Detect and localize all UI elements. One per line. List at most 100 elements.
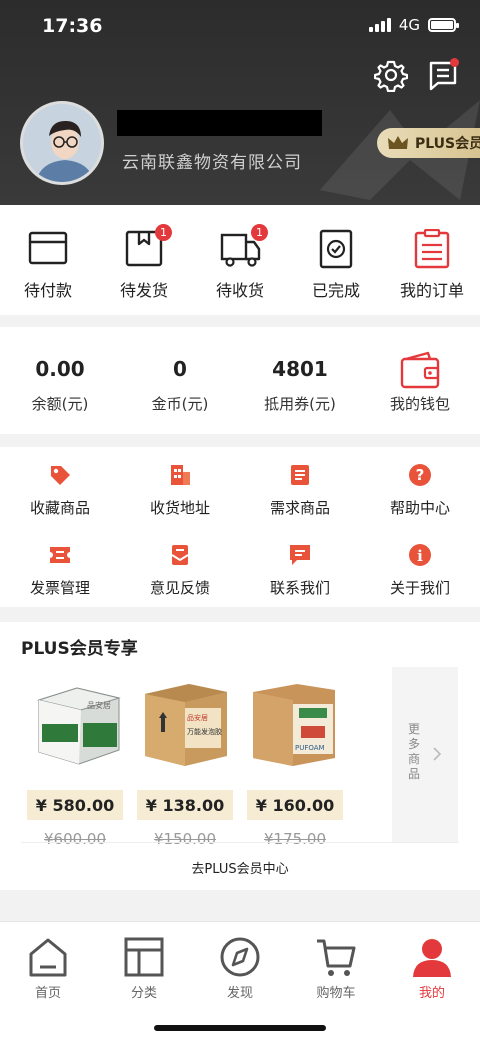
home-icon	[29, 938, 67, 977]
company-name: 云南联鑫物资有限公司	[122, 153, 302, 173]
coins-label: 金币(元)	[151, 395, 209, 413]
product-image: 品安居	[37, 687, 121, 765]
divider	[21, 842, 459, 843]
tab-label: 购物车	[316, 986, 356, 1001]
status-indicators: 4G	[368, 16, 459, 34]
chat-icon	[290, 545, 310, 565]
status-time: 17:36	[42, 15, 103, 37]
service-contact[interactable]: 联系我们	[264, 543, 336, 598]
tag-icon	[51, 466, 70, 485]
coins-value: 0	[173, 357, 187, 381]
signal-icon	[368, 18, 391, 32]
my-wallet[interactable]: 我的钱包	[384, 351, 456, 414]
svg-text:品安居: 品安居	[87, 700, 111, 710]
plus-product-card[interactable]: 品安居 ¥ 580.00 ¥600.00	[27, 678, 127, 848]
plus-member-badge[interactable]: PLUS会员	[377, 128, 480, 158]
product-image: PUFOAM	[253, 684, 335, 766]
tab-label: 首页	[34, 986, 61, 1001]
avatar[interactable]	[20, 101, 104, 185]
tab-label: 分类	[130, 986, 157, 1001]
plus-title: PLUS会员专享	[21, 639, 138, 659]
svg-text:PUFOAM: PUFOAM	[295, 744, 325, 752]
service-label: 收货地址	[149, 499, 210, 517]
user-icon	[413, 939, 451, 977]
product-original-price: ¥600.00	[43, 830, 107, 848]
battery-icon	[428, 18, 459, 32]
orders-section: 待付款 1 待发货 1 待收货 已完成 我的订单	[0, 205, 480, 315]
building-icon	[171, 465, 190, 485]
crown-icon	[388, 136, 408, 149]
product-price: ¥ 580.00	[27, 790, 123, 820]
tab-cart[interactable]: 购物车	[306, 936, 366, 1001]
svg-text:品安居: 品安居	[187, 713, 208, 722]
service-favorites[interactable]: 收藏商品	[24, 463, 96, 518]
balance-label: 余额(元)	[31, 395, 89, 413]
home-indicator	[154, 1025, 326, 1031]
gear-icon[interactable]	[374, 58, 408, 92]
network-type: 4G	[398, 16, 420, 34]
product-original-price: ¥150.00	[153, 830, 217, 848]
balance-item[interactable]: 0.00 余额(元)	[20, 357, 100, 414]
coins-item[interactable]: 0 金币(元)	[140, 357, 220, 414]
service-label: 意见反馈	[149, 579, 210, 597]
service-feedback[interactable]: 意见反馈	[144, 543, 216, 598]
coupon-value: 4801	[272, 357, 328, 381]
my-orders[interactable]: 我的订单	[398, 229, 466, 301]
ticket-icon	[50, 547, 70, 563]
order-pending-receipt[interactable]: 1 待收货	[212, 224, 268, 301]
product-image: 品安居 万能发泡胶	[145, 684, 227, 766]
service-help[interactable]: ? 帮助中心	[384, 463, 456, 518]
plus-product-card[interactable]: PUFOAM ¥ 160.00 ¥175.00	[247, 678, 347, 848]
order-label: 待发货	[119, 281, 168, 300]
service-label: 联系我们	[269, 579, 330, 597]
compass-icon	[220, 937, 260, 977]
product-price: ¥ 160.00	[247, 790, 343, 820]
order-label: 我的订单	[399, 281, 464, 300]
balance-value: 0.00	[35, 357, 85, 381]
svg-text:?: ?	[416, 466, 425, 484]
tab-label: 我的	[418, 986, 445, 1001]
order-label: 已完成	[311, 281, 360, 300]
service-invoice[interactable]: 发票管理	[24, 543, 96, 598]
service-label: 需求商品	[269, 499, 330, 517]
clipboard-icon	[414, 229, 450, 269]
svg-text:万能发泡胶: 万能发泡胶	[187, 727, 222, 736]
tab-home[interactable]: 首页	[18, 936, 78, 1001]
notification-dot	[450, 58, 459, 67]
order-count-badge: 1	[155, 224, 172, 241]
category-icon	[124, 937, 164, 977]
more-products-button[interactable]: 更多商品	[392, 667, 458, 842]
order-pending-payment[interactable]: 待付款	[20, 229, 76, 301]
service-address[interactable]: 收货地址	[144, 463, 216, 518]
username: 18808850047	[117, 110, 322, 136]
plus-center-link[interactable]: 去PLUS会员中心	[0, 858, 480, 877]
order-count-badge: 1	[251, 224, 268, 241]
service-label: 收藏商品	[29, 499, 90, 517]
feedback-icon	[171, 545, 189, 565]
tab-mine[interactable]: 我的	[402, 936, 462, 1001]
service-about[interactable]: i 关于我们	[384, 543, 456, 598]
more-products-label: 更多商品	[408, 722, 421, 781]
tab-category[interactable]: 分类	[114, 936, 174, 1001]
order-label: 待付款	[23, 281, 72, 300]
question-icon: ?	[409, 464, 431, 486]
tab-label: 发现	[226, 986, 253, 1001]
service-label: 帮助中心	[389, 499, 450, 517]
chevron-right-icon	[433, 747, 442, 761]
coupon-label: 抵用券(元)	[264, 395, 336, 413]
tab-discover[interactable]: 发现	[210, 936, 270, 1001]
info-icon: i	[409, 544, 431, 566]
product-price: ¥ 138.00	[137, 790, 233, 820]
order-pending-shipment[interactable]: 1 待发货	[116, 224, 172, 301]
plus-product-card[interactable]: 品安居 万能发泡胶 ¥ 138.00 ¥150.00	[137, 678, 237, 848]
product-original-price: ¥175.00	[263, 830, 327, 848]
plus-badge-label: PLUS会员	[415, 136, 480, 152]
check-circle-icon	[319, 229, 353, 269]
bottom-tab-bar: 首页 分类 发现 购物车 我的	[0, 921, 480, 1039]
order-completed[interactable]: 已完成	[308, 229, 364, 301]
service-demand[interactable]: 需求商品	[264, 463, 336, 518]
wallet-section: 0.00 余额(元) 0 金币(元) 4801 抵用券(元) 我的钱包	[0, 327, 480, 434]
plus-section: PLUS会员专享 品安居 ¥ 580.00 ¥600.00 品安居 万能发泡胶 …	[0, 622, 480, 890]
coupon-item[interactable]: 4801 抵用券(元)	[255, 357, 345, 414]
wallet-card-icon	[28, 231, 68, 265]
